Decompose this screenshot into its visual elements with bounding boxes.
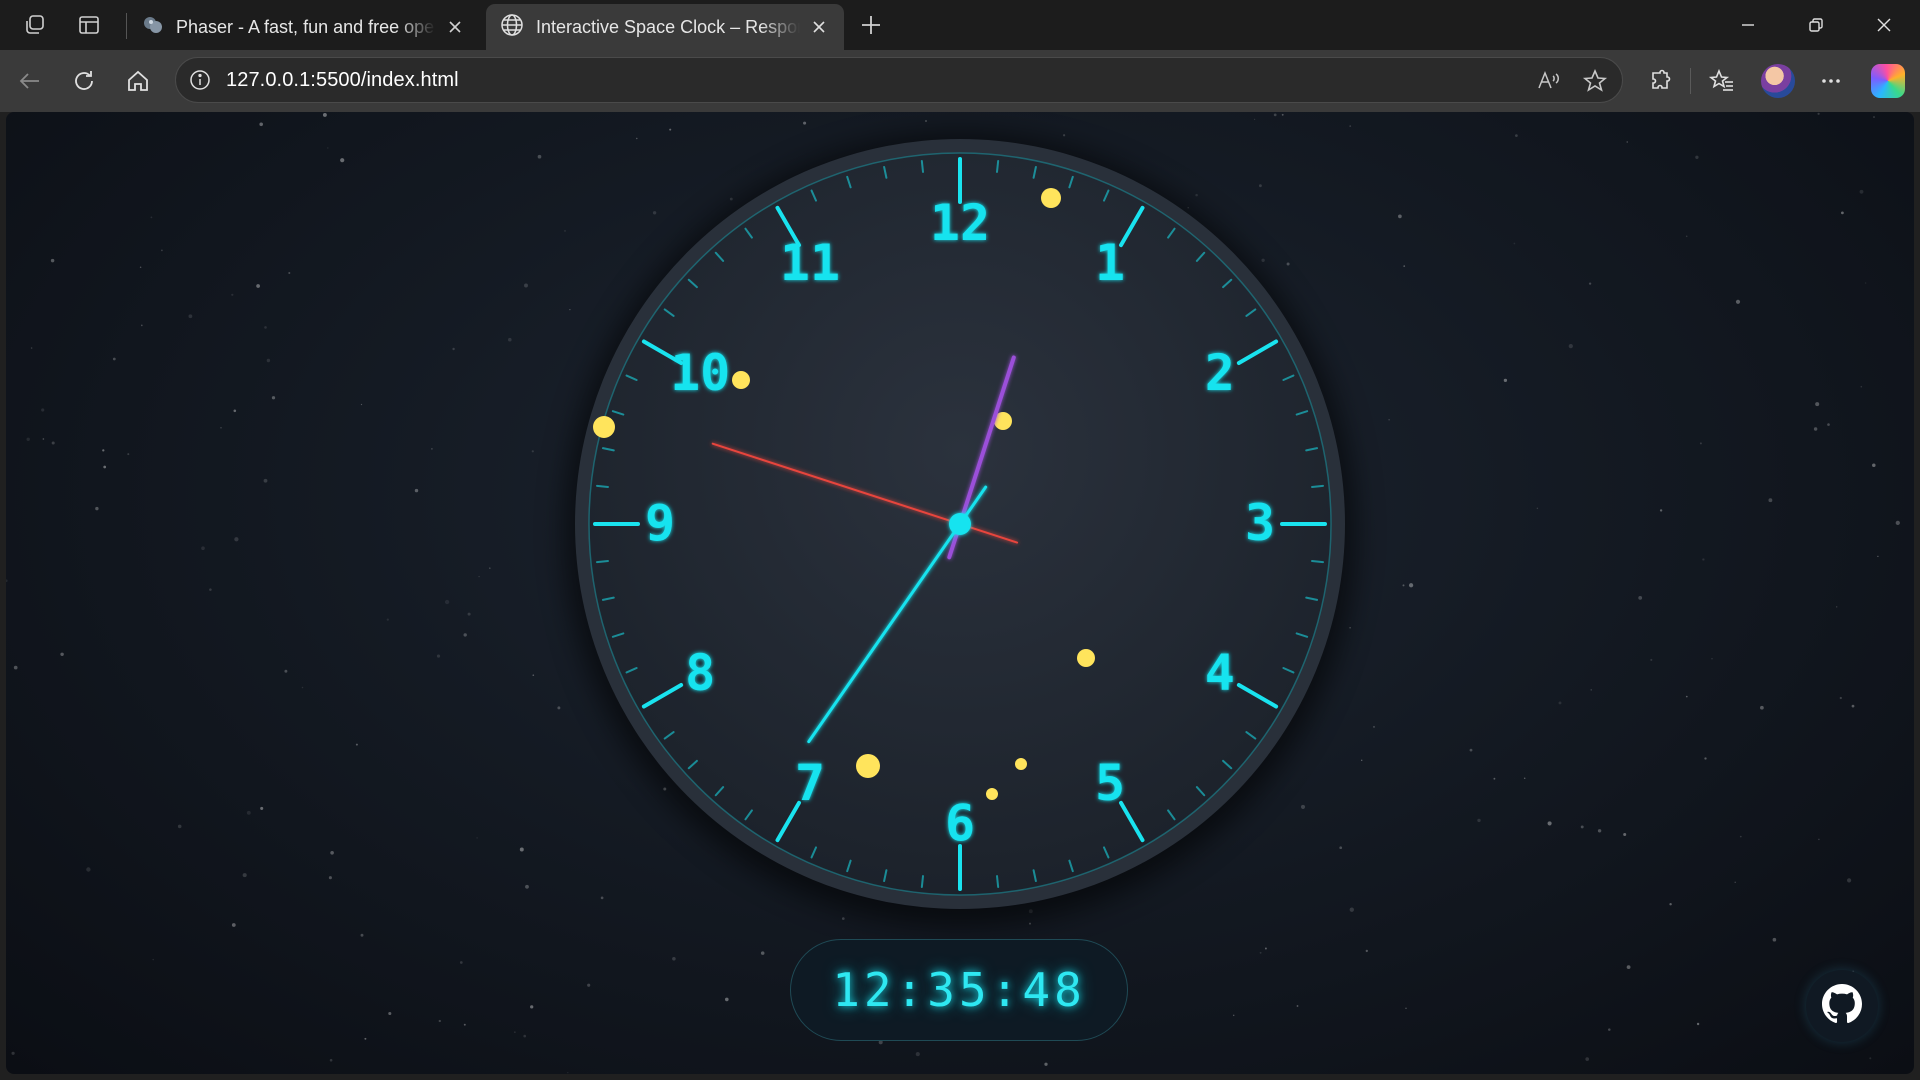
globe-icon [500, 13, 524, 42]
planet-dot[interactable] [593, 416, 615, 438]
planet-dot[interactable] [1041, 188, 1061, 208]
tab-phaser[interactable]: Phaser - A fast, fun and free open sourc… [128, 4, 480, 50]
home-icon[interactable] [121, 64, 155, 98]
favorite-star-icon[interactable] [1582, 68, 1608, 94]
extensions-icon[interactable] [1643, 64, 1677, 98]
planet-dot[interactable] [1077, 649, 1095, 667]
clock-numeral: 6 [945, 794, 975, 852]
tab-separator [126, 13, 127, 39]
clock-numeral: 12 [930, 194, 990, 252]
close-window-button[interactable] [1850, 0, 1918, 50]
planet-dot[interactable] [1015, 758, 1027, 770]
minute-tick [920, 159, 924, 173]
minute-tick [595, 560, 609, 564]
page-viewport: 12 1 2 3 4 5 6 7 8 9 10 11 12:35:48 [6, 112, 1914, 1074]
clock-numeral: 7 [795, 754, 825, 812]
close-icon[interactable] [444, 16, 466, 38]
tab-bar: Phaser - A fast, fun and free open sourc… [0, 0, 1920, 50]
close-icon[interactable] [808, 16, 830, 38]
copilot-icon[interactable] [1871, 64, 1905, 98]
clock-numeral: 4 [1205, 644, 1235, 702]
refresh-icon[interactable] [67, 64, 101, 98]
clock-center-cap [949, 513, 971, 535]
minimize-button[interactable] [1714, 0, 1782, 50]
planet-dot[interactable] [986, 788, 998, 800]
workspaces-icon[interactable] [22, 12, 48, 38]
github-icon [1822, 983, 1862, 1029]
planet-dot[interactable] [856, 754, 880, 778]
browser-toolbar: 127.0.0.1:5500/index.html [0, 50, 1920, 112]
clock-numeral: 10 [670, 344, 730, 402]
restore-button[interactable] [1782, 0, 1850, 50]
vertical-tabs-icon[interactable] [76, 12, 102, 38]
info-icon[interactable] [188, 68, 212, 92]
profile-avatar[interactable] [1761, 64, 1795, 98]
github-button[interactable] [1806, 970, 1878, 1042]
favorites-icon[interactable] [1705, 64, 1739, 98]
read-aloud-icon[interactable] [1536, 68, 1562, 94]
toolbar-separator [1690, 68, 1691, 94]
address-bar[interactable]: 127.0.0.1:5500/index.html [175, 57, 1623, 103]
minute-tick [1311, 484, 1325, 488]
new-tab-icon[interactable] [858, 12, 884, 38]
phaser-favicon [142, 14, 164, 41]
minute-tick [996, 875, 1000, 889]
digital-time-text: 12:35:48 [832, 963, 1086, 1017]
clock-numeral: 2 [1205, 344, 1235, 402]
more-options-icon[interactable] [1814, 64, 1848, 98]
minute-tick [920, 875, 924, 889]
back-arrow-icon[interactable] [13, 64, 47, 98]
clock-numeral: 5 [1095, 754, 1125, 812]
url-text[interactable]: 127.0.0.1:5500/index.html [226, 69, 459, 92]
clock-numeral: 11 [780, 234, 840, 292]
digital-clock-display: 12:35:48 [790, 939, 1128, 1041]
tab-title: Interactive Space Clock – Responsive [536, 16, 800, 37]
minute-tick [1311, 560, 1325, 564]
clock-numeral: 3 [1245, 494, 1275, 552]
clock-numeral: 1 [1095, 234, 1125, 292]
tab-title: Phaser - A fast, fun and free open sourc… [176, 16, 436, 37]
minute-tick [996, 159, 1000, 173]
clock-numeral: 8 [685, 644, 715, 702]
analog-clock[interactable]: 121234567891011 [6, 112, 1914, 1074]
tab-space-clock[interactable]: Interactive Space Clock – Responsive [486, 4, 844, 50]
minute-tick [595, 484, 609, 488]
clock-numeral: 9 [645, 494, 675, 552]
planet-dot[interactable] [732, 371, 750, 389]
